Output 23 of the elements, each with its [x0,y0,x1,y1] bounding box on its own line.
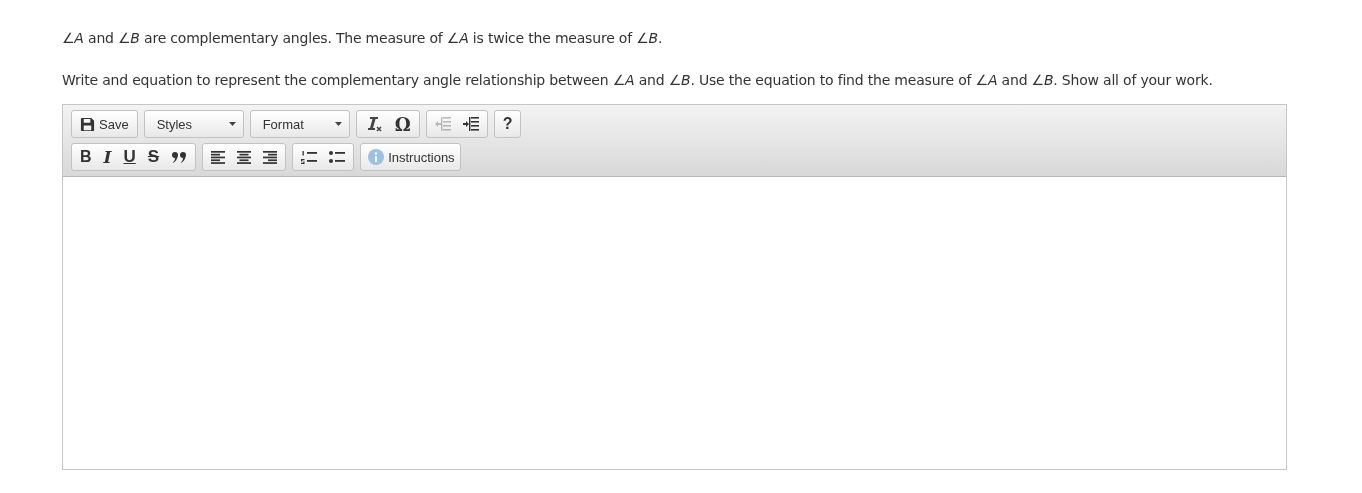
align-center-icon [237,150,252,164]
dropdown[interactable]: Format [252,112,347,136]
question-text: Write and equation to represent the complementary angle relationship between ∠A and ∠B. Use the equation to find the measure of ∠A and ∠B. Show all of your work. [62,72,1214,88]
strikethrough-button[interactable]: S [141,145,166,169]
question-text: ∠A and ∠B are complementary angles. The measure of ∠A is twice the measure of ∠B. [62,30,664,46]
save-button[interactable]: Save [74,112,135,136]
special-character-button[interactable]: Ω [388,112,417,136]
align-right-icon [263,150,278,164]
info-icon [368,149,385,165]
caret-icon [228,122,236,126]
numbered-list-icon [301,150,318,164]
help-button[interactable]: ? [496,112,519,136]
underline-button[interactable]: U [117,145,142,169]
indent-icon [462,117,479,131]
italic-button[interactable]: I [97,145,118,169]
quote-icon [171,151,188,163]
caret-icon [334,122,342,126]
dropdown[interactable]: Styles [146,112,241,136]
bulleted-list-icon [329,150,346,164]
align-left-icon [211,150,226,164]
instructions-button[interactable]: Instructions [363,145,458,169]
bold-button[interactable]: B [74,145,98,169]
outdent-icon [434,117,451,131]
